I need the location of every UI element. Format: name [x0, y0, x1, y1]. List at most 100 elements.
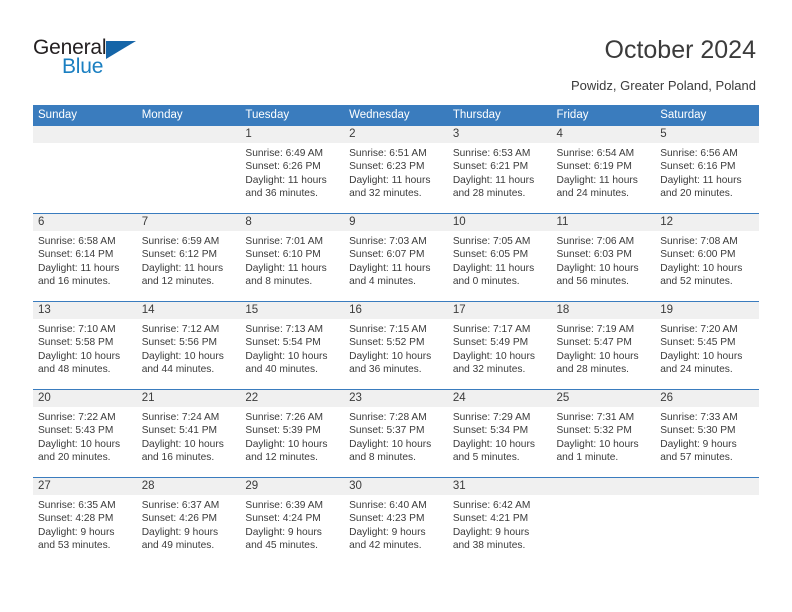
general-blue-logo[interactable]: General Blue: [33, 36, 153, 82]
day-cell-inner: 30 Sunrise: 6:40 AM Sunset: 4:23 PM Dayligh…: [344, 478, 448, 565]
day-details: Sunrise: 6:53 AM Sunset: 6:21 PM Daylight:…: [448, 143, 552, 200]
day-number: [655, 478, 759, 495]
calendar-day-cell[interactable]: 14 Sunrise: 7:12 AM Sunset: 5:56 PM Dayligh…: [136, 301, 241, 390]
sunset-text: Sunset: 5:54 PM: [245, 337, 321, 349]
sunset-text: Sunset: 5:45 PM: [660, 337, 736, 349]
day-details: Sunrise: 7:26 AM Sunset: 5:39 PM Daylight:…: [240, 407, 344, 464]
calendar-day-cell[interactable]: 2 Sunrise: 6:51 AM Sunset: 6:23 PM Daylight…: [344, 126, 448, 214]
daylight-text: Daylight: 10 hours and 40 minutes.: [245, 350, 328, 375]
calendar-day-cell[interactable]: 30 Sunrise: 6:40 AM Sunset: 4:23 PM Dayligh…: [344, 477, 448, 565]
calendar-day-cell[interactable]: 5 Sunrise: 6:56 AM Sunset: 6:16 PM Daylight…: [655, 126, 759, 214]
day-number: [33, 126, 137, 143]
calendar-day-cell[interactable]: 27 Sunrise: 6:35 AM Sunset: 4:28 PM Dayligh…: [33, 477, 137, 565]
calendar-day-cell[interactable]: 26 Sunrise: 7:33 AM Sunset: 5:30 PM Dayligh…: [655, 389, 759, 478]
daylight-text: Daylight: 10 hours and 5 minutes.: [452, 438, 535, 463]
sunrise-text: Sunrise: 7:20 AM: [660, 324, 738, 335]
calendar-week-row: 20 Sunrise: 7:22 AM Sunset: 5:43 PM Dayligh…: [33, 389, 759, 478]
day-details: Sunrise: 6:59 AM Sunset: 6:12 PM Daylight:…: [137, 231, 241, 288]
calendar-day-cell[interactable]: 22 Sunrise: 7:26 AM Sunset: 5:39 PM Dayligh…: [240, 389, 345, 478]
calendar-day-cell[interactable]: 23 Sunrise: 7:28 AM Sunset: 5:37 PM Dayligh…: [344, 389, 448, 478]
calendar-day-cell[interactable]: 12 Sunrise: 7:08 AM Sunset: 6:00 PM Dayligh…: [655, 213, 759, 302]
sunrise-text: Sunrise: 6:39 AM: [245, 500, 323, 511]
day-number: 21: [136, 390, 241, 407]
calendar-day-cell[interactable]: 17 Sunrise: 7:17 AM Sunset: 5:49 PM Dayligh…: [447, 301, 552, 390]
day-cell-inner: 25 Sunrise: 7:31 AM Sunset: 5:32 PM Dayligh…: [551, 390, 656, 477]
calendar-day-cell[interactable]: 28 Sunrise: 6:37 AM Sunset: 4:26 PM Dayligh…: [136, 477, 241, 565]
day-number: 5: [655, 126, 759, 143]
day-cell-inner: 18 Sunrise: 7:19 AM Sunset: 5:47 PM Dayligh…: [551, 302, 656, 389]
page-title: October 2024: [604, 36, 757, 64]
day-number: 19: [655, 302, 759, 319]
day-details: Sunrise: 6:40 AM Sunset: 4:23 PM Daylight:…: [344, 495, 448, 552]
sunset-text: Sunset: 6:10 PM: [245, 249, 321, 261]
calendar-body: 1 Sunrise: 6:49 AM Sunset: 6:26 PM Daylight…: [33, 126, 759, 565]
day-details: Sunrise: 7:17 AM Sunset: 5:49 PM Daylight:…: [448, 319, 552, 376]
day-number: 13: [33, 302, 137, 319]
calendar-day-cell[interactable]: 25 Sunrise: 7:31 AM Sunset: 5:32 PM Dayligh…: [551, 389, 656, 478]
day-number: 8: [240, 214, 345, 231]
calendar-day-cell[interactable]: 3 Sunrise: 6:53 AM Sunset: 6:21 PM Daylight…: [447, 126, 552, 214]
calendar-day-cell[interactable]: 15 Sunrise: 7:13 AM Sunset: 5:54 PM Dayligh…: [240, 301, 345, 390]
calendar-day-cell[interactable]: 11 Sunrise: 7:06 AM Sunset: 6:03 PM Dayligh…: [551, 213, 656, 302]
day-number: 7: [136, 214, 241, 231]
daylight-text: Daylight: 9 hours and 42 minutes.: [349, 526, 426, 551]
calendar-day-cell[interactable]: 6 Sunrise: 6:58 AM Sunset: 6:14 PM Daylight…: [33, 213, 137, 302]
calendar-day-cell[interactable]: 8 Sunrise: 7:01 AM Sunset: 6:10 PM Daylight…: [240, 213, 345, 302]
sunrise-text: Sunrise: 7:03 AM: [349, 236, 427, 247]
daylight-text: Daylight: 10 hours and 24 minutes.: [660, 350, 743, 375]
day-cell-inner: [136, 126, 241, 213]
calendar-day-cell[interactable]: 1 Sunrise: 6:49 AM Sunset: 6:26 PM Daylight…: [240, 126, 345, 214]
calendar-day-cell[interactable]: 9 Sunrise: 7:03 AM Sunset: 6:07 PM Daylight…: [344, 213, 448, 302]
calendar-day-cell[interactable]: 29 Sunrise: 6:39 AM Sunset: 4:24 PM Dayligh…: [240, 477, 345, 565]
day-details: Sunrise: 7:33 AM Sunset: 5:30 PM Daylight:…: [655, 407, 759, 464]
calendar-day-cell[interactable]: 16 Sunrise: 7:15 AM Sunset: 5:52 PM Dayligh…: [344, 301, 448, 390]
calendar-day-cell[interactable]: 31 Sunrise: 6:42 AM Sunset: 4:21 PM Dayligh…: [447, 477, 552, 565]
sunset-text: Sunset: 5:47 PM: [556, 337, 632, 349]
daylight-text: Daylight: 11 hours and 20 minutes.: [660, 174, 742, 199]
day-details: Sunrise: 6:37 AM Sunset: 4:26 PM Daylight:…: [137, 495, 241, 552]
weekday-header-monday: Monday: [136, 105, 241, 126]
sunset-text: Sunset: 6:23 PM: [349, 161, 425, 173]
day-cell-inner: 8 Sunrise: 7:01 AM Sunset: 6:10 PM Daylight…: [240, 214, 345, 301]
day-number: [136, 126, 241, 143]
calendar-week-row: 6 Sunrise: 6:58 AM Sunset: 6:14 PM Daylight…: [33, 213, 759, 302]
calendar-day-cell[interactable]: 13 Sunrise: 7:10 AM Sunset: 5:58 PM Dayligh…: [33, 301, 137, 390]
day-cell-inner: 13 Sunrise: 7:10 AM Sunset: 5:58 PM Dayligh…: [33, 302, 137, 389]
calendar-day-cell: [33, 126, 137, 214]
day-number: 31: [447, 478, 552, 495]
calendar-day-cell[interactable]: 20 Sunrise: 7:22 AM Sunset: 5:43 PM Dayligh…: [33, 389, 137, 478]
sunrise-text: Sunrise: 6:35 AM: [38, 500, 116, 511]
daylight-text: Daylight: 10 hours and 32 minutes.: [452, 350, 535, 375]
day-details: Sunrise: 6:39 AM Sunset: 4:24 PM Daylight:…: [240, 495, 344, 552]
sunrise-text: Sunrise: 7:05 AM: [452, 236, 531, 247]
calendar-day-cell[interactable]: 21 Sunrise: 7:24 AM Sunset: 5:41 PM Dayligh…: [136, 389, 241, 478]
day-details: Sunrise: 7:28 AM Sunset: 5:37 PM Daylight:…: [344, 407, 448, 464]
sunset-text: Sunset: 6:05 PM: [452, 249, 529, 261]
sunrise-text: Sunrise: 7:33 AM: [660, 412, 738, 423]
calendar-day-cell[interactable]: 4 Sunrise: 6:54 AM Sunset: 6:19 PM Daylight…: [551, 126, 656, 214]
calendar-day-cell[interactable]: 7 Sunrise: 6:59 AM Sunset: 6:12 PM Daylight…: [136, 213, 241, 302]
sunset-text: Sunset: 5:30 PM: [660, 425, 736, 437]
calendar-day-cell[interactable]: 10 Sunrise: 7:05 AM Sunset: 6:05 PM Dayligh…: [447, 213, 552, 302]
sunset-text: Sunset: 5:32 PM: [556, 425, 632, 437]
day-number: 15: [240, 302, 345, 319]
day-number: 9: [344, 214, 448, 231]
sunset-text: Sunset: 4:23 PM: [349, 513, 425, 525]
sunset-text: Sunset: 5:41 PM: [141, 425, 218, 437]
day-cell-inner: 7 Sunrise: 6:59 AM Sunset: 6:12 PM Daylight…: [136, 214, 241, 301]
sunset-text: Sunset: 6:16 PM: [660, 161, 736, 173]
calendar-day-cell[interactable]: 18 Sunrise: 7:19 AM Sunset: 5:47 PM Dayligh…: [551, 301, 656, 390]
day-cell-inner: 15 Sunrise: 7:13 AM Sunset: 5:54 PM Dayligh…: [240, 302, 345, 389]
daylight-text: Daylight: 10 hours and 16 minutes.: [141, 438, 224, 463]
day-number: 11: [551, 214, 656, 231]
day-number: 28: [136, 478, 241, 495]
day-number: 27: [33, 478, 137, 495]
day-number: 1: [240, 126, 345, 143]
calendar-day-cell[interactable]: 24 Sunrise: 7:29 AM Sunset: 5:34 PM Dayligh…: [447, 389, 552, 478]
day-number: 29: [240, 478, 345, 495]
sunrise-text: Sunrise: 7:01 AM: [245, 236, 323, 247]
calendar-day-cell[interactable]: 19 Sunrise: 7:20 AM Sunset: 5:45 PM Dayligh…: [655, 301, 759, 390]
sunset-text: Sunset: 4:28 PM: [38, 513, 114, 525]
day-number: 20: [33, 390, 137, 407]
day-cell-inner: 2 Sunrise: 6:51 AM Sunset: 6:23 PM Daylight…: [344, 126, 448, 213]
